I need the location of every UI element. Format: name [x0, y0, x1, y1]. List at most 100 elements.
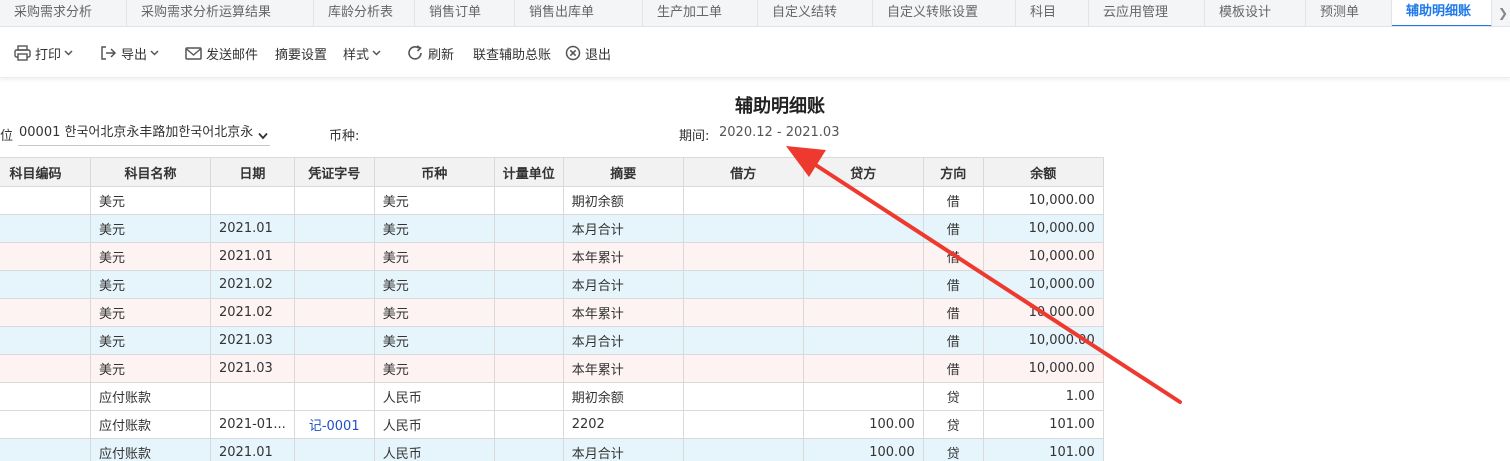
period-label: 期间:: [679, 129, 710, 144]
cell-currency: 美元: [373, 354, 495, 383]
tab-label: 自定义转账设置: [887, 5, 979, 20]
cell-voucher[interactable]: 记-0001: [293, 410, 375, 439]
column-header[interactable]: 方向: [922, 157, 984, 187]
cell-summary: 本年累计: [562, 354, 684, 383]
tab-label: 采购需求分析: [14, 5, 93, 20]
refresh-button[interactable]: 刷新: [407, 42, 454, 64]
cell-direction: 借: [922, 242, 984, 271]
cell-credit: [802, 270, 924, 299]
cell-date: 2021.02: [210, 298, 295, 327]
column-header[interactable]: 凭证字号: [293, 157, 375, 187]
table-row[interactable]: 6美元2021.03美元本月合计借10,000.00: [0, 326, 1104, 355]
column-header[interactable]: 计量单位: [493, 157, 564, 187]
cell-code: 2: [0, 382, 91, 411]
table-row[interactable]: 6美元2021.02美元本月合计借10,000.00: [0, 270, 1104, 299]
cell-credit: [802, 242, 924, 271]
tab-11[interactable]: 预测单: [1306, 0, 1392, 26]
cell-direction: 借: [922, 270, 984, 299]
chevron-down-icon: [64, 50, 73, 56]
cell-currency: 美元: [373, 186, 495, 215]
cell-name: 美元: [90, 186, 211, 215]
table-row[interactable]: 6美元2021.03美元本年累计借10,000.00: [0, 354, 1104, 383]
cell-unit: [493, 354, 564, 383]
column-header[interactable]: 科目编码: [0, 157, 91, 187]
cell-name: 美元: [90, 326, 211, 355]
tab-8[interactable]: 科目: [1016, 0, 1089, 26]
cell-name: 美元: [90, 214, 211, 243]
exit-label: 退出: [585, 47, 612, 63]
tab-scroll-right-icon[interactable]: ❯: [1498, 0, 1508, 27]
tab-9[interactable]: 云应用管理: [1089, 0, 1205, 26]
export-icon: [100, 45, 117, 61]
tab-label: 辅助明细账: [1406, 4, 1472, 19]
linked-summary-label: 联查辅助总账: [473, 47, 552, 63]
send-mail-button[interactable]: 发送邮件: [185, 42, 258, 64]
tab-7[interactable]: 自定义转账设置: [873, 0, 1016, 26]
cell-credit: 100.00: [802, 410, 924, 439]
cell-unit: [493, 438, 564, 461]
tab-1[interactable]: 采购需求分析运算结果: [127, 0, 314, 26]
toolbar: 打印 导出 发送邮件 摘要设置 样式 刷新 联查辅助总账 退出: [0, 28, 1510, 78]
cell-name: 应付账款: [90, 438, 211, 461]
column-header[interactable]: 日期: [210, 157, 295, 187]
exit-button[interactable]: 退出: [565, 42, 611, 64]
cell-summary: 本月合计: [562, 438, 684, 461]
column-header[interactable]: 币种: [373, 157, 495, 187]
table-row[interactable]: 2应付账款2021-01... 记-0001 人民币 2202 100.00贷101.0…: [0, 410, 1104, 439]
summary-settings-button[interactable]: 摘要设置: [275, 42, 327, 64]
tab-label: 库龄分析表: [328, 5, 394, 20]
column-header[interactable]: 摘要: [562, 157, 684, 187]
tab-12[interactable]: 辅助明细账: [1392, 0, 1492, 26]
cell-summary: 本年累计: [562, 242, 684, 271]
cell-direction: 借: [922, 354, 984, 383]
table-row[interactable]: 2应付账款 人民币 期初余额 贷1.00: [0, 382, 1104, 411]
cell-voucher: [293, 298, 375, 327]
column-header[interactable]: 余额: [982, 157, 1104, 187]
cell-debit: [682, 354, 804, 383]
tab-bar: 采购需求分析 采购需求分析运算结果 库龄分析表 销售订单 销售出库单 生产加工单 自定义结转…: [0, 0, 1510, 27]
print-button[interactable]: 打印: [14, 42, 73, 64]
tab-6[interactable]: 自定义结转: [758, 0, 873, 26]
tab-label: 销售订单: [429, 5, 482, 20]
tab-5[interactable]: 生产加工单: [643, 0, 758, 26]
table-row[interactable]: 2应付账款2021.01 人民币 本月合计 100.00贷101.00: [0, 438, 1104, 461]
cell-direction: 贷: [922, 410, 984, 439]
cell-credit: [802, 298, 924, 327]
cell-unit: [493, 326, 564, 355]
export-button[interactable]: 导出: [100, 42, 159, 64]
table-row[interactable]: 6美元2021.02美元本年累计借10,000.00: [0, 298, 1104, 327]
unit-label: 位: [0, 129, 14, 144]
print-label: 打印: [35, 47, 62, 63]
cell-code: 6: [0, 298, 91, 327]
tab-label: 销售出库单: [529, 5, 595, 20]
tab-2[interactable]: 库龄分析表: [314, 0, 415, 26]
unit-select[interactable]: 00001 한국어北京永丰路加한국어北京永: [18, 122, 270, 146]
table-row[interactable]: 6美元2021.01美元本月合计借10,000.00: [0, 214, 1104, 243]
table-row[interactable]: 6美元2021.01美元本年累计借10,000.00: [0, 242, 1104, 271]
linked-summary-button[interactable]: 联查辅助总账: [473, 42, 551, 64]
tab-10[interactable]: 模板设计: [1205, 0, 1306, 26]
cell-summary: 期初余额: [562, 186, 684, 215]
column-header[interactable]: 贷方: [802, 157, 924, 187]
tab-label: 生产加工单: [657, 5, 723, 20]
tab-3[interactable]: 销售订单: [415, 0, 515, 26]
tab-0[interactable]: 采购需求分析: [0, 0, 127, 26]
cell-currency: 人民币: [373, 382, 495, 411]
tab-4[interactable]: 销售出库单: [515, 0, 643, 26]
column-header[interactable]: 科目名称: [90, 157, 211, 187]
ledger-table: 科目编码科目名称日期凭证字号币种计量单位摘要借方贷方方向余额 6美元美元期初余额…: [0, 157, 1104, 461]
send-mail-label: 发送邮件: [206, 47, 259, 63]
cell-unit: [493, 242, 564, 271]
voucher-link[interactable]: 记-0001: [309, 419, 360, 434]
style-button[interactable]: 样式: [343, 42, 381, 64]
cell-credit: [802, 382, 924, 411]
cell-date: [210, 186, 295, 215]
table-row[interactable]: 6美元美元期初余额借10,000.00: [0, 186, 1104, 215]
tab-label: 云应用管理: [1103, 5, 1169, 20]
cell-code: 6: [0, 186, 91, 215]
cell-unit: [493, 382, 564, 411]
chevron-down-icon: [258, 126, 268, 145]
column-header[interactable]: 借方: [682, 157, 804, 187]
cell-name: 美元: [90, 270, 211, 299]
cell-summary: 期初余额: [562, 382, 684, 411]
